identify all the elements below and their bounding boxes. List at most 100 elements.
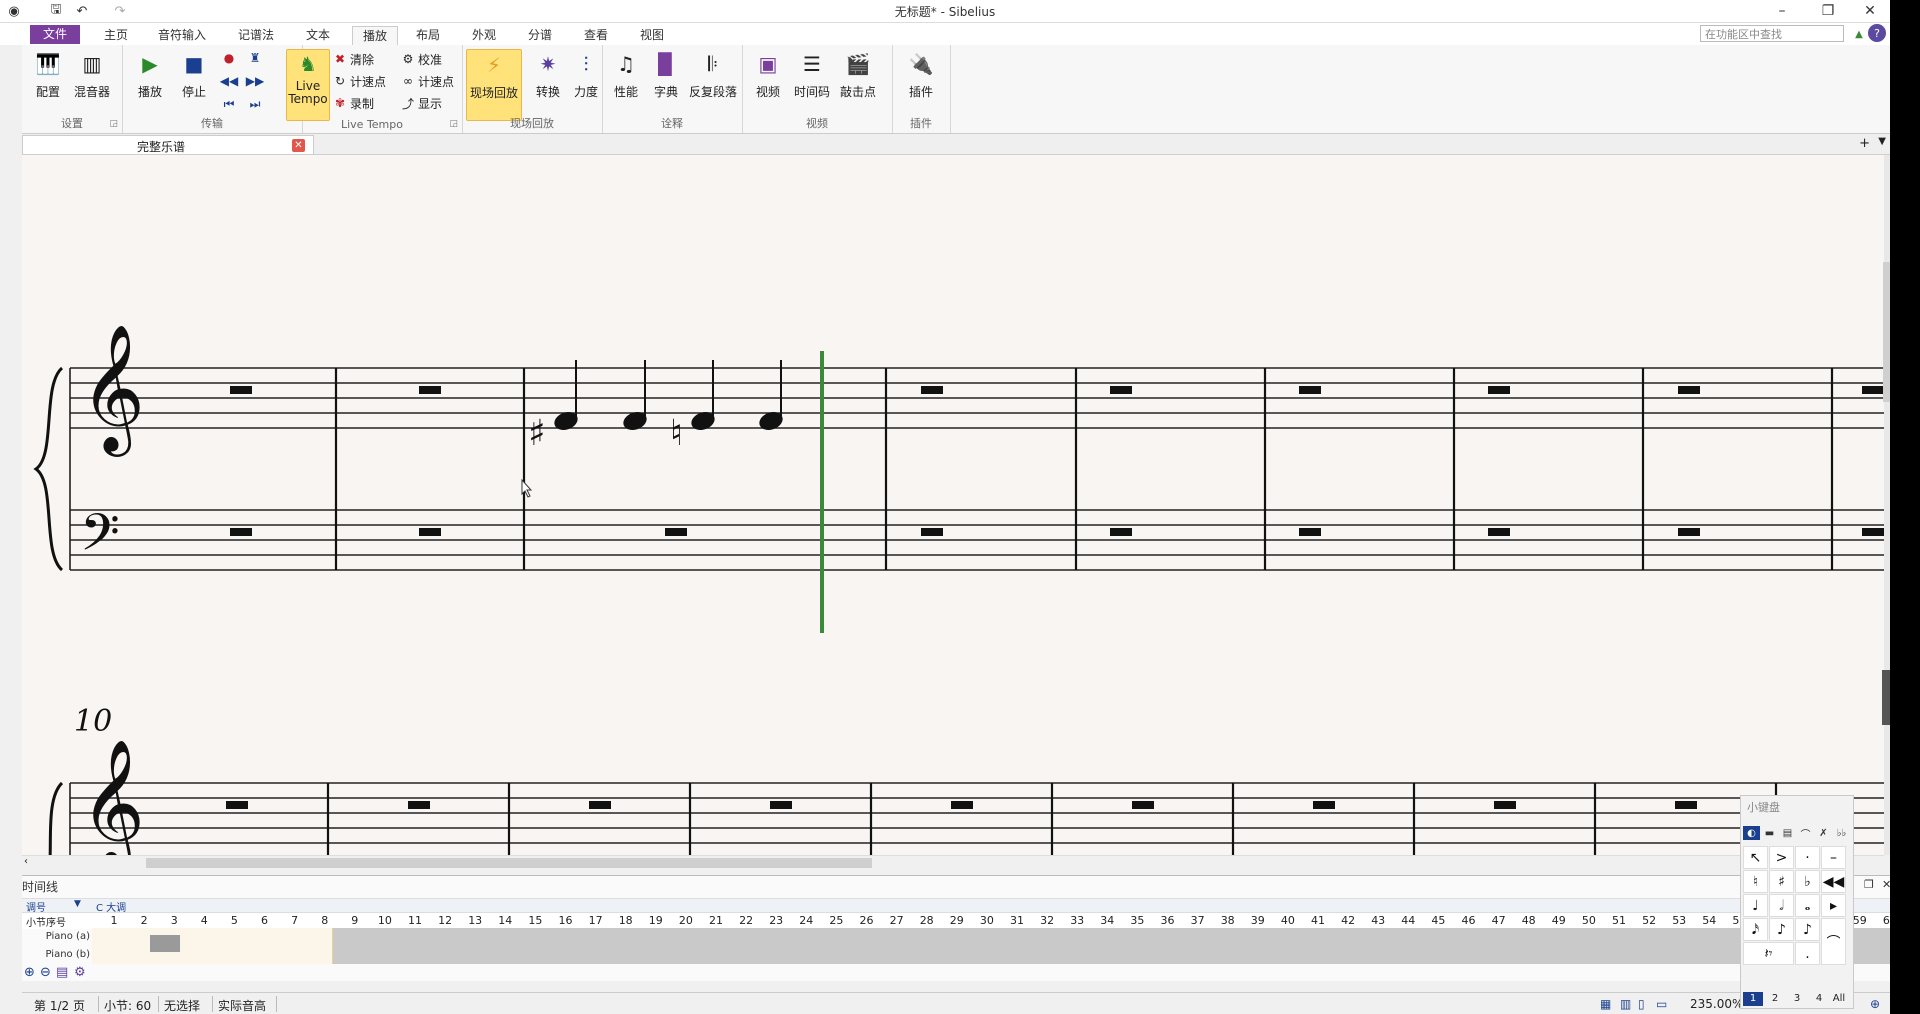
repeats-button[interactable]: 𝄆 反复段落: [688, 49, 738, 113]
dialog-launcher-icon[interactable]: ◲: [109, 119, 118, 129]
keypad-layout-articulations-icon[interactable]: ⌒: [1797, 826, 1814, 841]
measure-number[interactable]: 37: [1186, 914, 1210, 927]
measure-number[interactable]: 21: [704, 914, 728, 927]
measure-number[interactable]: 60: [1878, 914, 1890, 927]
tab-home[interactable]: 主页: [96, 26, 136, 45]
score-canvas[interactable]: 𝄞 𝄢 ♯ ♮ 10 𝄞: [22, 155, 1884, 855]
keypad-play-icon[interactable]: ▸: [1821, 894, 1846, 917]
keypad-layout-jazz-icon[interactable]: ✗: [1815, 826, 1832, 840]
fit-view-icon[interactable]: ▭: [1656, 997, 1667, 1011]
measure-number[interactable]: 35: [1125, 914, 1149, 927]
tab-notations[interactable]: 记谱法: [228, 26, 284, 45]
page-view-icon[interactable]: ▦: [1600, 997, 1611, 1011]
close-window-button[interactable]: ✕: [1848, 0, 1890, 22]
dynamics-button[interactable]: ⫶ 力度: [566, 49, 606, 113]
tab-appearance[interactable]: 外观: [464, 26, 504, 45]
keypad-layout-all[interactable]: All: [1829, 992, 1849, 1006]
zoom-out-icon[interactable]: ⊖: [40, 965, 51, 980]
measure-number[interactable]: 36: [1156, 914, 1180, 927]
timeline-settings-icon[interactable]: ⚙: [74, 965, 86, 980]
measure-number[interactable]: 4: [192, 914, 216, 927]
measure-number[interactable]: 48: [1517, 914, 1541, 927]
measure-number[interactable]: 34: [1095, 914, 1119, 927]
keypad-tenuto-icon[interactable]: –: [1821, 846, 1846, 869]
hitpoints-button[interactable]: 🎬 敲击点: [838, 49, 878, 113]
plugins-button[interactable]: 🔌 插件: [901, 49, 941, 113]
restore-button[interactable]: ❐: [1806, 0, 1850, 22]
track-piano-b[interactable]: [92, 946, 1890, 964]
horizontal-scrollbar[interactable]: ‹: [22, 855, 1884, 870]
measure-number[interactable]: 33: [1065, 914, 1089, 927]
measure-number[interactable]: 24: [794, 914, 818, 927]
dictionary-button[interactable]: ▉ 字典: [646, 49, 686, 113]
close-timeline-icon[interactable]: ✕: [1882, 878, 1890, 891]
measure-number[interactable]: 26: [855, 914, 879, 927]
measure-number[interactable]: 25: [824, 914, 848, 927]
tab-parts[interactable]: 分谱: [520, 26, 560, 45]
measure-number[interactable]: 54: [1697, 914, 1721, 927]
metronome-icon[interactable]: ♜: [246, 49, 264, 67]
keypad-accent-icon[interactable]: >: [1769, 846, 1794, 869]
show-button[interactable]: ⤴ 显示: [400, 94, 442, 112]
measure-number[interactable]: 40: [1276, 914, 1300, 927]
measure-number[interactable]: 19: [644, 914, 668, 927]
measure-number[interactable]: 50: [1577, 914, 1601, 927]
stop-button[interactable]: ■ 停止: [174, 49, 214, 113]
tab-play[interactable]: 播放: [352, 26, 398, 46]
measure-number[interactable]: 27: [885, 914, 909, 927]
calibrate-button[interactable]: ⚙ 校准: [400, 50, 442, 68]
measure-number[interactable]: 20: [674, 914, 698, 927]
measure-number[interactable]: 23: [764, 914, 788, 927]
rewind-icon[interactable]: ◀◀: [220, 72, 238, 90]
measure-number[interactable]: 49: [1547, 914, 1571, 927]
measure-number[interactable]: 42: [1336, 914, 1360, 927]
measure-number[interactable]: 31: [1005, 914, 1029, 927]
record-tempo-button[interactable]: ✾ 录制: [332, 94, 374, 112]
zoom-in-icon[interactable]: ⊕: [24, 965, 35, 980]
measure-number[interactable]: 17: [584, 914, 608, 927]
keypad-layout-1[interactable]: 1: [1743, 992, 1763, 1006]
tap-point-button[interactable]: ↻ 计速点: [332, 72, 386, 90]
measure-number[interactable]: 5: [222, 914, 246, 927]
measure-number[interactable]: 16: [554, 914, 578, 927]
panorama-view-icon[interactable]: ▯: [1638, 997, 1645, 1011]
key-dropdown-icon[interactable]: ▼: [74, 899, 81, 909]
minimize-button[interactable]: –: [1760, 0, 1804, 22]
video-button[interactable]: ▣ 视频: [748, 49, 788, 113]
keypad-rewind-icon[interactable]: ◀◀: [1821, 870, 1846, 893]
go-to-start-icon[interactable]: ⏮: [220, 95, 238, 113]
measure-number[interactable]: 8: [313, 914, 337, 927]
undock-icon[interactable]: ❐: [1864, 878, 1874, 891]
config-button[interactable]: 🎹 配置: [28, 49, 68, 113]
keypad-eighth-note-icon[interactable]: ♪: [1769, 918, 1794, 941]
horizontal-scroll-thumb[interactable]: [146, 858, 872, 868]
play-button[interactable]: ▶ 播放: [130, 49, 170, 113]
keypad-natural-icon[interactable]: ♮: [1743, 870, 1768, 893]
measure-number[interactable]: 9: [343, 914, 367, 927]
measure-number[interactable]: 41: [1306, 914, 1330, 927]
measure-number[interactable]: 39: [1246, 914, 1270, 927]
close-tab-icon[interactable]: ✕: [292, 139, 305, 152]
measure-number[interactable]: 53: [1667, 914, 1691, 927]
scroll-left-icon[interactable]: ‹: [24, 856, 28, 867]
dialog-launcher-icon[interactable]: ◲: [449, 119, 458, 129]
add-tab-icon[interactable]: +: [1859, 136, 1870, 151]
measure-number[interactable]: 38: [1216, 914, 1240, 927]
measure-number[interactable]: 28: [915, 914, 939, 927]
measure-number[interactable]: 46: [1457, 914, 1481, 927]
note-block[interactable]: [150, 935, 180, 952]
keypad-staccato-icon[interactable]: ·: [1795, 846, 1820, 869]
spread-view-icon[interactable]: ▥: [1620, 997, 1631, 1011]
tab-layout[interactable]: 布局: [408, 26, 448, 45]
keypad-layout-accidentals-icon[interactable]: ♭♭: [1833, 826, 1850, 840]
measure-number[interactable]: 14: [493, 914, 517, 927]
keypad-dot-icon[interactable]: .: [1795, 942, 1820, 965]
measure-number[interactable]: 45: [1426, 914, 1450, 927]
go-to-end-icon[interactable]: ⏭: [246, 95, 264, 113]
keypad-select-icon[interactable]: ↖: [1743, 846, 1768, 869]
keypad-layout-4[interactable]: 4: [1809, 992, 1829, 1006]
measure-number[interactable]: 2: [132, 914, 156, 927]
measure-number[interactable]: 44: [1396, 914, 1420, 927]
keypad-layout-beams-icon[interactable]: ▤: [1779, 826, 1796, 840]
measure-number[interactable]: 22: [734, 914, 758, 927]
